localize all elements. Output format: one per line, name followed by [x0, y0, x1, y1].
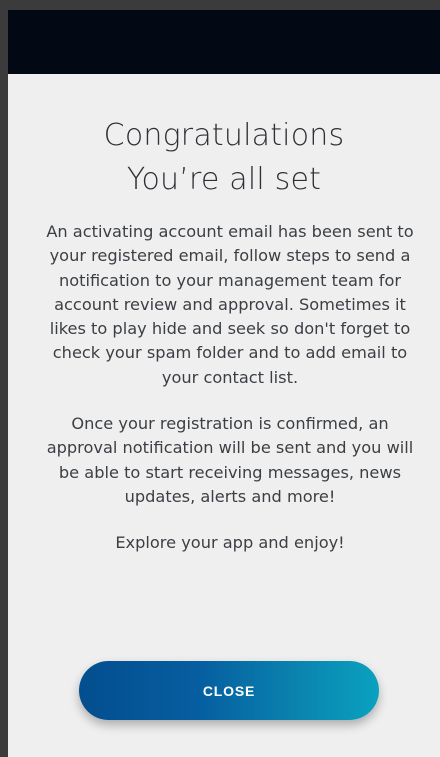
- close-button[interactable]: CLOSE: [79, 661, 379, 720]
- title-line-congratulations: Congratulations: [103, 118, 345, 153]
- top-border: [0, 0, 440, 10]
- close-button-label: CLOSE: [202, 682, 256, 699]
- page-title: Congratulations You’re all set: [8, 114, 440, 202]
- left-border: [0, 0, 8, 757]
- screen-frame: Congratulations You’re all set An activa…: [0, 0, 440, 757]
- registration-confirmed-paragraph: Once your registration is confirmed, an …: [46, 414, 414, 506]
- header-bar: [8, 10, 440, 74]
- title-line-all-set: You’re all set: [126, 162, 322, 197]
- confirmation-sheet: Congratulations You’re all set An activa…: [8, 74, 440, 757]
- activation-email-paragraph: An activating account email has been sen…: [46, 222, 414, 387]
- message-body: An activating account email has been sen…: [44, 220, 416, 578]
- explore-app-paragraph: Explore your app and enjoy!: [115, 533, 345, 553]
